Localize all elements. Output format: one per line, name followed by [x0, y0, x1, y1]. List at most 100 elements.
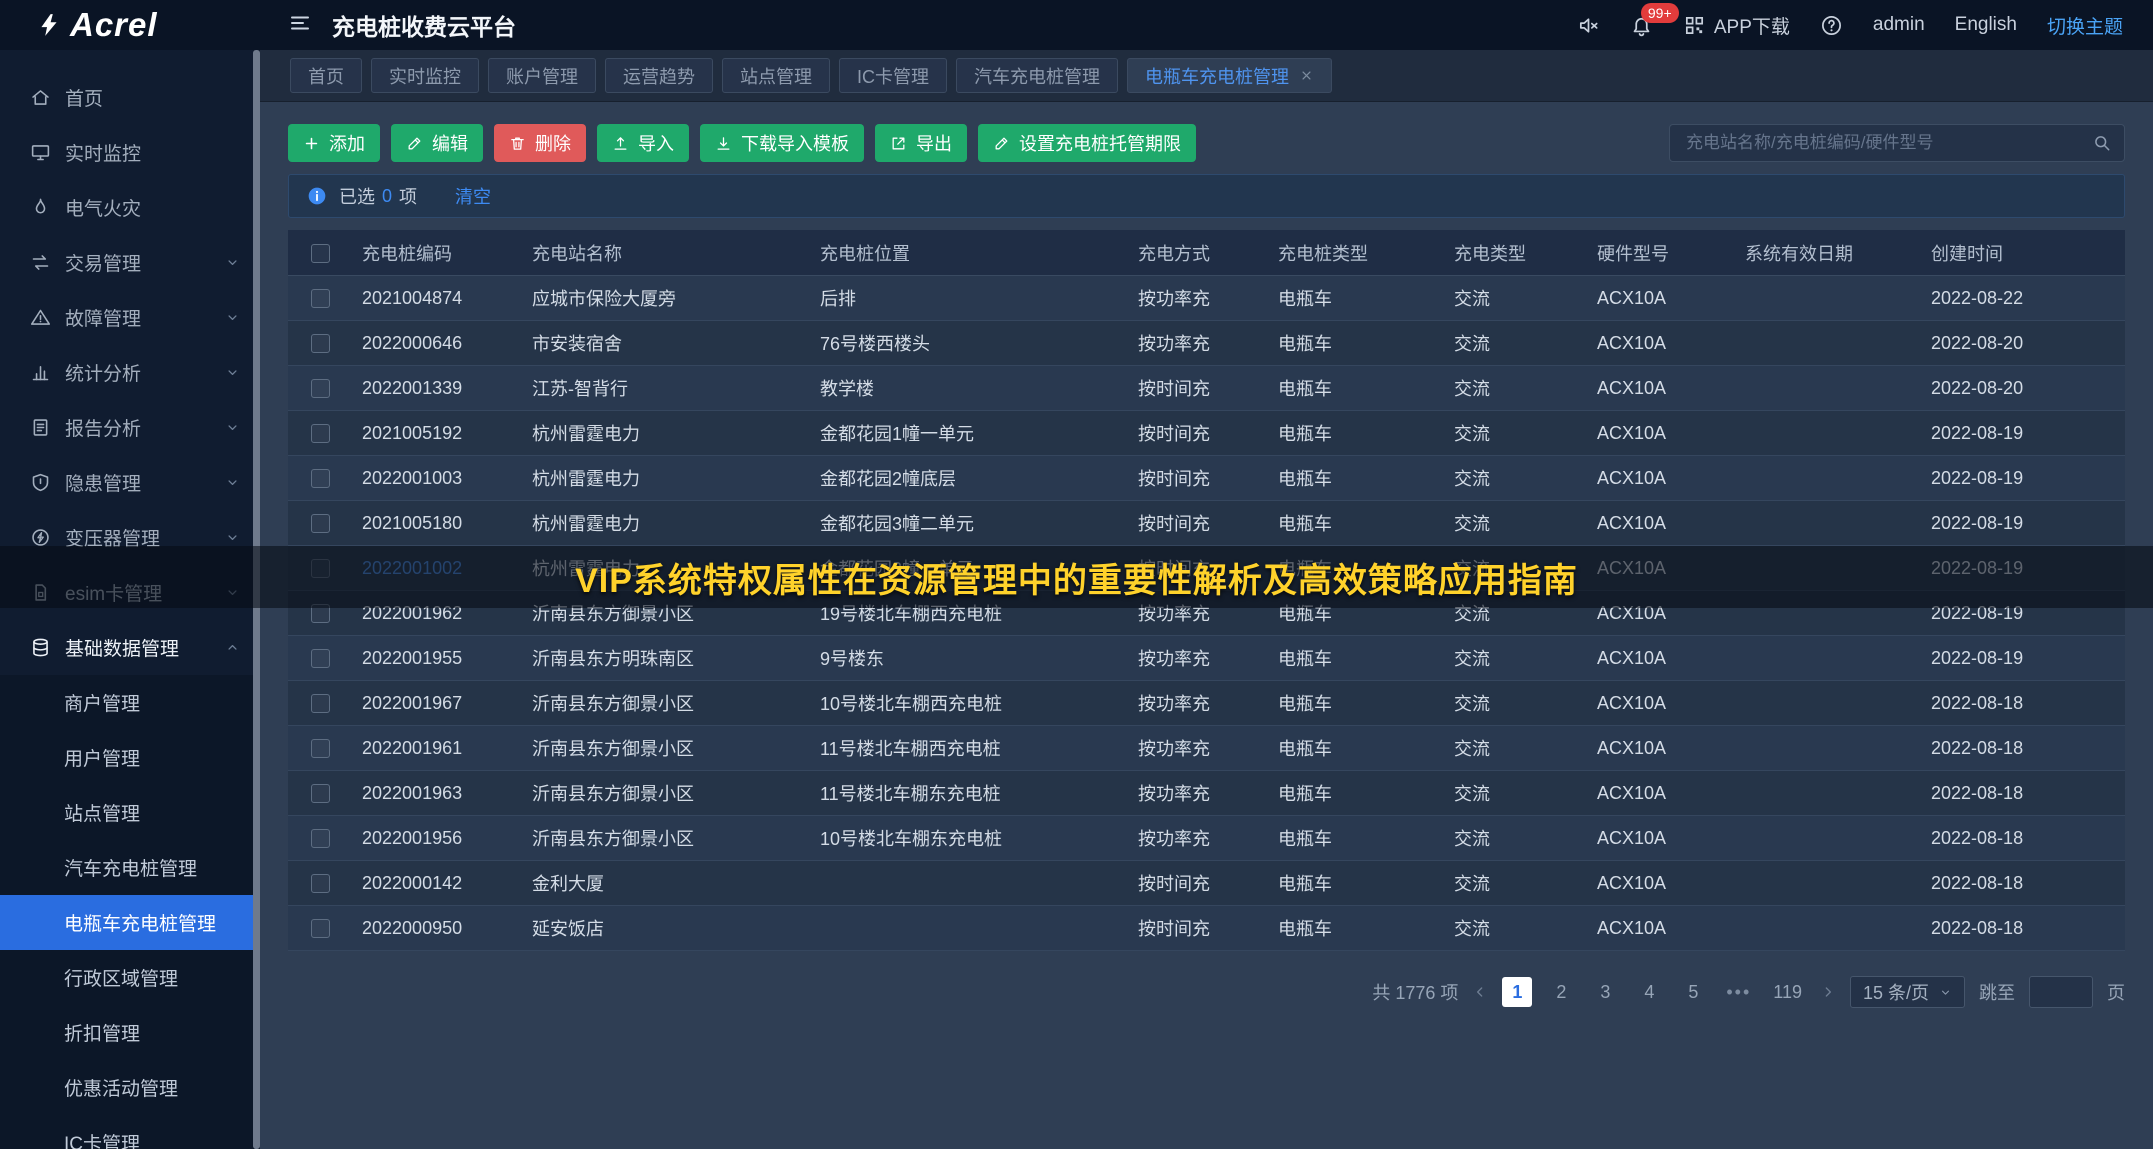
page-button-3[interactable]: 3: [1590, 977, 1620, 1007]
sidebar-subitem-user-mgmt[interactable]: 用户管理: [0, 730, 260, 785]
row-checkbox[interactable]: [311, 649, 330, 668]
search-input[interactable]: [1669, 124, 2125, 162]
row-checkbox[interactable]: [311, 514, 330, 533]
sidebar-item-electrical-fire[interactable]: 电气火灾: [0, 180, 260, 235]
sidebar-collapse-button[interactable]: [288, 11, 312, 40]
page-size-select[interactable]: 15 条/页: [1850, 976, 1965, 1008]
select-all-checkbox[interactable]: [311, 244, 330, 263]
tab-label: IC卡管理: [857, 63, 929, 89]
table-row[interactable]: 2021004874应城市保险大厦旁后排按功率充电瓶车交流ACX10A2022-…: [288, 276, 2125, 321]
page-button-2[interactable]: 2: [1546, 977, 1576, 1007]
table-row[interactable]: 2022001956沂南县东方御景小区10号楼北车棚东充电桩按功率充电瓶车交流A…: [288, 816, 2125, 861]
page-button-1[interactable]: 1: [1502, 977, 1532, 1007]
sidebar-item-realtime-monitor[interactable]: 实时监控: [0, 125, 260, 180]
tab-operation-trend[interactable]: 运营趋势: [605, 58, 713, 93]
tab-account-mgmt[interactable]: 账户管理: [488, 58, 596, 93]
app-download-button[interactable]: APP下载: [1683, 12, 1790, 39]
sidebar-item-basic-data-mgmt[interactable]: 基础数据管理: [0, 620, 260, 675]
row-checkbox[interactable]: [311, 424, 330, 443]
table-cell: [1735, 366, 1921, 411]
column-header-6: 硬件型号: [1587, 230, 1735, 276]
edit-button[interactable]: 编辑: [391, 124, 483, 162]
tab-car-pile-mgmt[interactable]: 汽车充电桩管理: [956, 58, 1118, 93]
delete-button[interactable]: 删除: [494, 124, 586, 162]
sidebar-subitem-discount-mgmt[interactable]: 折扣管理: [0, 1005, 260, 1060]
sidebar-item-stats-analysis[interactable]: 统计分析: [0, 345, 260, 400]
import-button[interactable]: 导入: [597, 124, 689, 162]
table-row[interactable]: 2022001955沂南县东方明珠南区9号楼东按功率充电瓶车交流ACX10A20…: [288, 636, 2125, 681]
set-hosting-period-button[interactable]: 设置充电桩托管期限: [978, 124, 1196, 162]
username[interactable]: admin: [1873, 14, 1925, 36]
row-checkbox[interactable]: [311, 874, 330, 893]
add-button[interactable]: 添加: [288, 124, 380, 162]
mute-speaker-icon[interactable]: [1577, 14, 1600, 37]
table-row[interactable]: 2022001003杭州雷霆电力金都花园2幢底层按时间充电瓶车交流ACX10A2…: [288, 456, 2125, 501]
row-checkbox[interactable]: [311, 919, 330, 938]
table-cell: 按功率充: [1128, 726, 1268, 771]
prev-page-button[interactable]: [1472, 984, 1488, 1000]
table-row[interactable]: 2022001963沂南县东方御景小区11号楼北车棚东充电桩按功率充电瓶车交流A…: [288, 771, 2125, 816]
theme-switch-link[interactable]: 切换主题: [2047, 12, 2123, 39]
page-button-4[interactable]: 4: [1634, 977, 1664, 1007]
notifications-button[interactable]: 99+: [1630, 14, 1653, 37]
clear-selection-link[interactable]: 清空: [455, 183, 491, 209]
row-checkbox[interactable]: [311, 334, 330, 353]
page-title: 充电桩收费云平台: [332, 8, 516, 42]
table-row[interactable]: 2021005192杭州雷霆电力金都花园1幢一单元按时间充电瓶车交流ACX10A…: [288, 411, 2125, 456]
row-checkbox[interactable]: [311, 739, 330, 758]
export-button[interactable]: 导出: [875, 124, 967, 162]
button-label: 编辑: [432, 130, 468, 156]
sidebar-item-report-analysis[interactable]: 报告分析: [0, 400, 260, 455]
tab-site-mgmt[interactable]: 站点管理: [722, 58, 830, 93]
row-checkbox[interactable]: [311, 829, 330, 848]
table-row[interactable]: 2022000950延安饭店按时间充电瓶车交流ACX10A2022-08-18: [288, 906, 2125, 951]
sidebar-subitem-region-mgmt[interactable]: 行政区域管理: [0, 950, 260, 1005]
sidebar-subitem-merchant-mgmt[interactable]: 商户管理: [0, 675, 260, 730]
sidebar-subitem-car-pile-mgmt[interactable]: 汽车充电桩管理: [0, 840, 260, 895]
sidebar-subitem-promotion-mgmt[interactable]: 优惠活动管理: [0, 1060, 260, 1115]
tab-home[interactable]: 首页: [290, 58, 362, 93]
sidebar-item-fault-mgmt[interactable]: 故障管理: [0, 290, 260, 345]
monitor-icon: [30, 142, 51, 163]
sidebar-item-label: 报告分析: [65, 414, 211, 441]
page-button-5[interactable]: 5: [1678, 977, 1708, 1007]
sidebar-item-hazard-mgmt[interactable]: 隐患管理: [0, 455, 260, 510]
row-checkbox[interactable]: [311, 469, 330, 488]
jump-page-input[interactable]: [2029, 976, 2093, 1008]
table-row[interactable]: 2022001967沂南县东方御景小区10号楼北车棚西充电桩按功率充电瓶车交流A…: [288, 681, 2125, 726]
table-row[interactable]: 2022001339江苏-智背行教学楼按时间充电瓶车交流ACX10A2022-0…: [288, 366, 2125, 411]
table-cell: 电瓶车: [1268, 276, 1444, 321]
sidebar-subitem-ic-card-mgmt[interactable]: IC卡管理: [0, 1115, 260, 1149]
table-cell: ACX10A: [1587, 816, 1735, 861]
row-checkbox[interactable]: [311, 379, 330, 398]
sidebar-item-transaction-mgmt[interactable]: 交易管理: [0, 235, 260, 290]
sidebar-subitem-site-mgmt[interactable]: 站点管理: [0, 785, 260, 840]
table-cell: 延安饭店: [522, 906, 810, 951]
table-cell: 11号楼北车棚东充电桩: [810, 771, 1128, 816]
row-checkbox[interactable]: [311, 694, 330, 713]
search-icon[interactable]: [2092, 133, 2112, 153]
download-template-button[interactable]: 下载导入模板: [700, 124, 864, 162]
sidebar-subitem-label: 电瓶车充电桩管理: [64, 909, 216, 936]
table-cell: 交流: [1444, 366, 1587, 411]
row-checkbox[interactable]: [311, 784, 330, 803]
tab-close-icon[interactable]: [1299, 68, 1314, 83]
tab-ic-card-mgmt[interactable]: IC卡管理: [839, 58, 947, 93]
help-icon[interactable]: [1820, 14, 1843, 37]
table-cell: 2022001961: [352, 726, 522, 771]
brand-logo[interactable]: Acrel: [0, 6, 260, 44]
sidebar-item-home[interactable]: 首页: [0, 70, 260, 125]
database-icon: [30, 637, 51, 658]
tab-realtime-monitor[interactable]: 实时监控: [371, 58, 479, 93]
row-checkbox[interactable]: [311, 289, 330, 308]
tab-ebike-pile-mgmt[interactable]: 电瓶车充电桩管理: [1127, 58, 1332, 93]
table-row[interactable]: 2022000142金利大厦按时间充电瓶车交流ACX10A2022-08-18: [288, 861, 2125, 906]
sidebar-subitem-ebike-pile-mgmt[interactable]: 电瓶车充电桩管理: [0, 895, 260, 950]
next-page-button[interactable]: [1820, 984, 1836, 1000]
table-row[interactable]: 2022000646市安装宿舍76号楼西楼头按功率充电瓶车交流ACX10A202…: [288, 321, 2125, 366]
page-button-119[interactable]: 119: [1769, 977, 1806, 1007]
chevron-up-icon: [225, 640, 240, 655]
language-toggle[interactable]: English: [1955, 14, 2017, 36]
table-row[interactable]: 2022001961沂南县东方御景小区11号楼北车棚西充电桩按功率充电瓶车交流A…: [288, 726, 2125, 771]
table-row[interactable]: 2021005180杭州雷霆电力金都花园3幢二单元按时间充电瓶车交流ACX10A…: [288, 501, 2125, 546]
